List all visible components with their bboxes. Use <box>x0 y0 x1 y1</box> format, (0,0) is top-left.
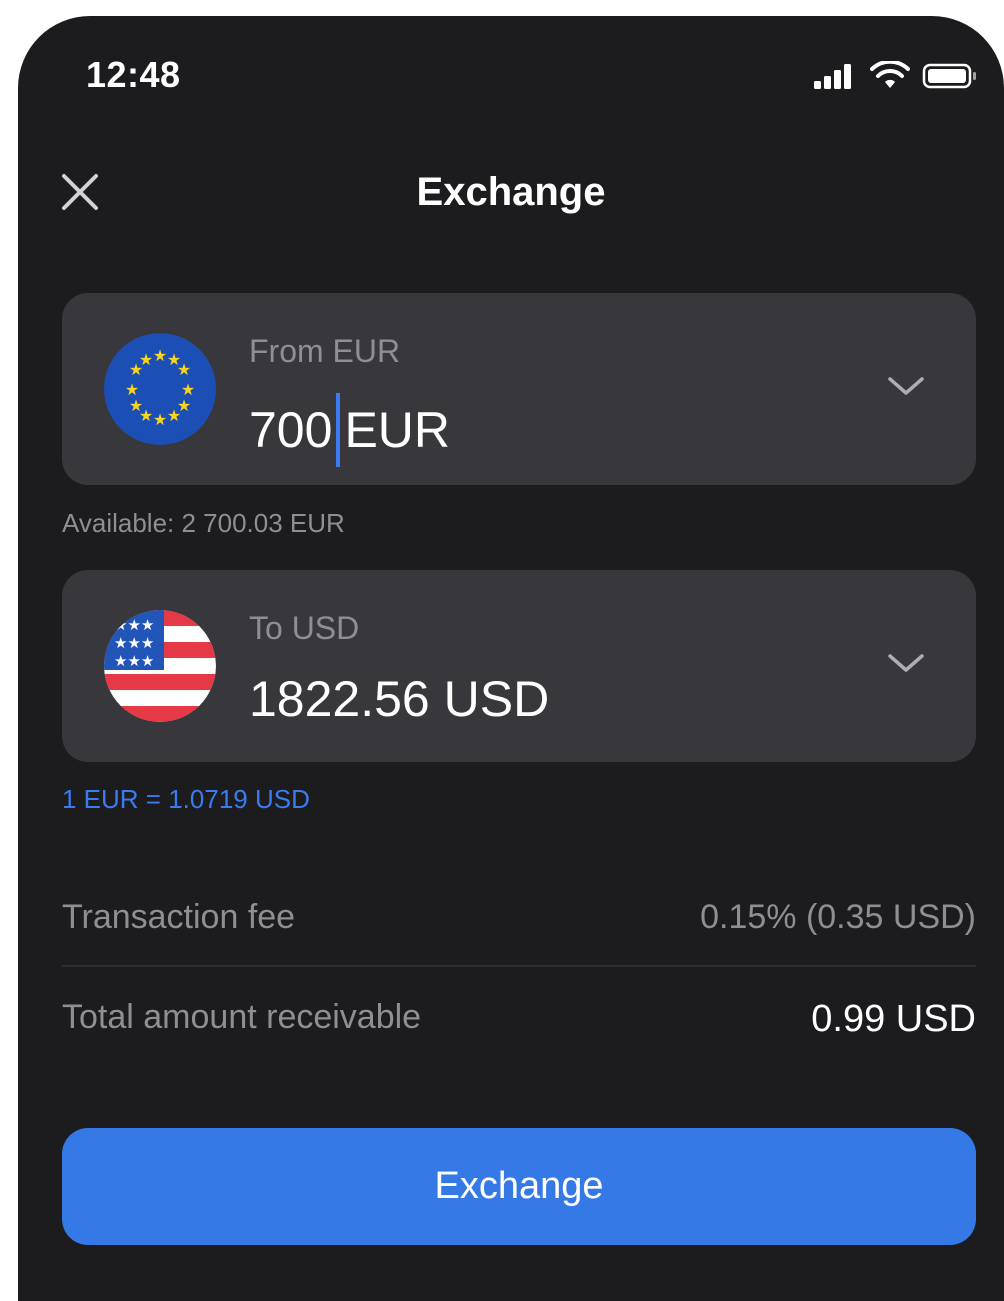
svg-text:★: ★ <box>167 406 181 425</box>
svg-text:★: ★ <box>139 350 153 369</box>
chevron-down-icon <box>888 654 924 672</box>
status-bar: 12:48 <box>18 16 1004 126</box>
svg-text:★★★: ★★★ <box>114 634 154 652</box>
from-currency-code: EUR <box>344 402 451 458</box>
svg-text:★: ★ <box>177 360 191 379</box>
svg-text:★: ★ <box>153 346 167 365</box>
from-amount-input[interactable]: 700 EUR <box>249 393 450 467</box>
us-flag-icon: ★★★ ★★★ ★★★ <box>104 610 216 722</box>
svg-text:★: ★ <box>153 410 167 429</box>
svg-text:★★★: ★★★ <box>114 652 154 670</box>
available-balance: Available: 2 700.03 EUR <box>62 508 345 538</box>
signal-icon <box>812 63 858 94</box>
from-currency-card[interactable]: ★ ★ ★ ★ ★ ★ ★ ★ ★ ★ ★ ★ From EUR 700 EUR <box>62 293 976 485</box>
from-label: From EUR <box>249 333 401 369</box>
from-currency-dropdown[interactable] <box>884 371 928 401</box>
battery-icon <box>922 62 978 95</box>
status-time: 12:48 <box>86 54 181 95</box>
fee-label: Transaction fee <box>62 898 296 936</box>
to-amount-value: 1822.56 USD <box>249 671 550 727</box>
text-cursor <box>336 393 341 467</box>
transaction-fee-row: Transaction fee 0.15% (0.35 USD) <box>62 898 976 937</box>
svg-text:★: ★ <box>125 380 139 399</box>
to-label: To USD <box>249 610 360 646</box>
from-amount-value: 700 <box>249 402 333 458</box>
divider <box>62 965 976 967</box>
wifi-icon <box>870 59 910 96</box>
chevron-down-icon <box>888 377 924 395</box>
phone-screen: 12:48 Exchange ★ ★ ★ ★ ★ ★ ★ ★ ★ ★ ★ ★ F… <box>18 16 1004 1301</box>
page-title: Exchange <box>416 170 606 214</box>
total-row: Total amount receivable 0.99 USD <box>62 998 976 1041</box>
to-currency-card[interactable]: ★★★ ★★★ ★★★ To USD 1822.56 USD <box>62 570 976 762</box>
eu-flag-icon: ★ ★ ★ ★ ★ ★ ★ ★ ★ ★ ★ ★ <box>104 333 216 445</box>
total-value: 0.99 USD <box>811 998 976 1040</box>
total-label: Total amount receivable <box>62 998 422 1036</box>
status-icons <box>812 59 978 96</box>
exchange-button[interactable]: Exchange <box>62 1128 976 1245</box>
header: Exchange <box>18 156 1004 226</box>
exchange-rate: 1 EUR = 1.0719 USD <box>62 784 310 814</box>
to-currency-dropdown[interactable] <box>884 648 928 678</box>
fee-value: 0.15% (0.35 USD) <box>700 898 976 936</box>
svg-text:★★★: ★★★ <box>114 616 154 634</box>
